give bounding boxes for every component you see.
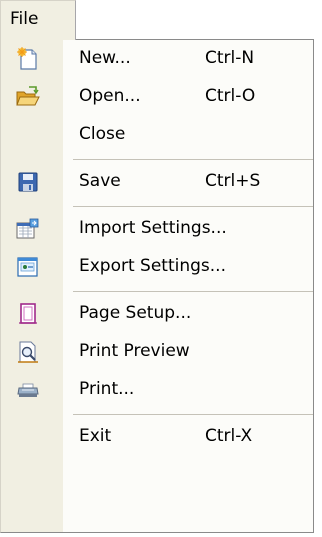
menu-item-close-label: Close: [79, 124, 126, 144]
menu-item-exit[interactable]: Exit Ctrl-X: [1, 418, 313, 456]
menu-item-new-shortcut: Ctrl-N: [205, 48, 255, 68]
menu-item-import-settings-label: Import Settings...: [79, 218, 227, 238]
menu-item-open-label: Open...: [79, 86, 141, 106]
menu-item-print-preview[interactable]: Print Preview: [1, 333, 313, 371]
printer-icon: [17, 383, 39, 397]
floppy-disk-icon: [18, 172, 38, 192]
menu-item-exit-shortcut: Ctrl-X: [205, 426, 253, 446]
print-preview-icon: [18, 341, 38, 363]
menu-item-close[interactable]: Close: [1, 116, 313, 154]
menu-item-exit-label: Exit: [79, 426, 112, 446]
menu-item-export-settings[interactable]: Export Settings...: [1, 248, 313, 286]
import-settings-icon: [16, 218, 39, 239]
menu-item-page-setup-label: Page Setup...: [79, 303, 192, 323]
menu-separator: [73, 206, 313, 207]
menu-item-print-preview-label: Print Preview: [79, 341, 190, 361]
menu-separator: [73, 414, 313, 415]
file-menu-title: File: [10, 9, 39, 29]
menu-item-open-shortcut: Ctrl-O: [205, 86, 256, 106]
menu-separator: [73, 159, 313, 160]
export-settings-icon: [17, 257, 38, 277]
new-document-icon: [17, 47, 37, 70]
file-dropdown-menu: New... Ctrl-N Open... Ctrl-O Close Save …: [0, 39, 314, 533]
menu-item-export-settings-label: Export Settings...: [79, 256, 226, 276]
menu-item-print-label: Print...: [79, 379, 135, 399]
menu-item-new[interactable]: New... Ctrl-N: [1, 40, 313, 78]
page-setup-icon: [19, 303, 37, 324]
menu-item-save-shortcut: Ctrl+S: [205, 171, 261, 191]
file-menu-tab[interactable]: File: [0, 0, 76, 40]
menu-separator: [73, 291, 313, 292]
menu-item-open[interactable]: Open... Ctrl-O: [1, 78, 313, 116]
menu-item-import-settings[interactable]: Import Settings...: [1, 210, 313, 248]
menu-item-page-setup[interactable]: Page Setup...: [1, 295, 313, 333]
file-menu-screenshot: File New... Ctrl-N Open... Ctrl-O Close …: [0, 0, 322, 537]
menu-item-print[interactable]: Print...: [1, 371, 313, 409]
menu-item-save[interactable]: Save Ctrl+S: [1, 163, 313, 201]
menu-item-save-label: Save: [79, 171, 121, 191]
open-folder-icon: [16, 86, 40, 106]
menu-item-new-label: New...: [79, 48, 131, 68]
